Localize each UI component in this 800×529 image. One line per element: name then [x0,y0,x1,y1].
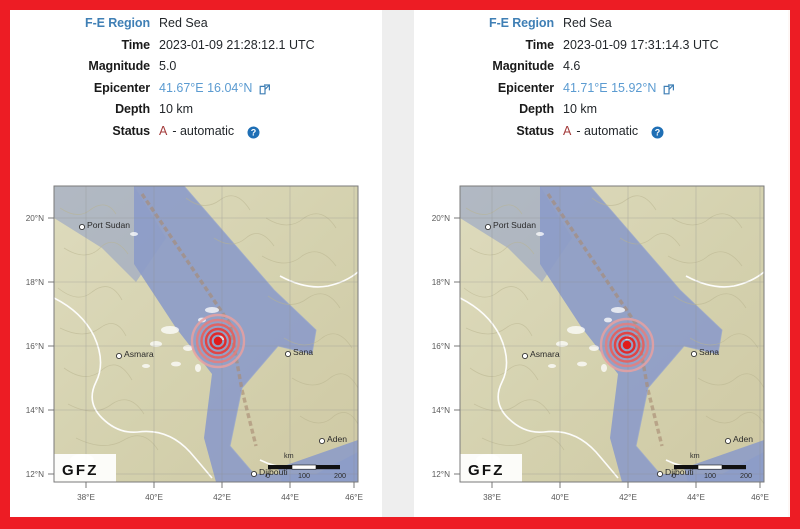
info-row-magnitude: Magnitude 4.6 [414,59,788,81]
lon-tick-38e: 38°E [77,493,95,502]
lon-tick-40e: 40°E [145,493,163,502]
lon-tick-46e: 46°E [345,493,363,502]
label-status: Status [516,123,554,138]
lat-tick-18n: 18°N [432,278,450,287]
lat-tick-14n: 14°N [26,406,44,415]
lon-tick-44e: 44°E [281,493,299,502]
lon-tick-42e: 42°E [619,493,637,502]
city-label-sana: Sana [293,347,313,357]
value-depth: 10 km [159,102,194,116]
gfz-logo-text: GFZ [468,462,505,479]
earthquake-panel-left: F-E Region Red Sea Time 2023-01-09 21:28… [10,10,382,517]
value-fe-region: Red Sea [563,16,612,30]
info-row-magnitude: Magnitude 5.0 [10,59,382,81]
lat-tick-16n: 16°N [432,342,450,351]
map-canvas: Port Sudan Asmara Sana Aden Djibouti GFZ… [54,186,358,482]
lon-tick-38e: 38°E [483,493,501,502]
city-label-aden: Aden [733,434,753,444]
value-time: 2023-01-09 21:28:12.1 UTC [159,37,315,52]
label-epicenter: Epicenter [497,80,554,95]
label-time: Time [121,37,150,52]
map-canvas: Port Sudan Asmara Sana Aden Djibouti GFZ… [460,186,764,482]
info-row-region: F-E Region Red Sea [10,16,382,38]
earthquake-map-right[interactable]: Port Sudan Asmara Sana Aden Djibouti GFZ… [422,178,782,508]
help-circle-icon[interactable]: ? [247,126,260,139]
lon-tick-44e: 44°E [687,493,705,502]
gfz-logo: GFZ [460,454,522,482]
panels-container: F-E Region Red Sea Time 2023-01-09 21:28… [10,10,790,517]
info-row-epicenter: Epicenter 41.67°E 16.04°N [10,81,382,103]
city-label-port-sudan: Port Sudan [87,220,130,230]
external-link-icon[interactable] [663,83,675,95]
label-magnitude: Magnitude [88,59,150,73]
value-epicenter[interactable]: 41.71°E 15.92°N [563,81,675,95]
svg-text:?: ? [251,128,257,138]
scale-unit-label: km [690,451,700,460]
panel-divider [382,10,414,517]
epicenter-coordinates: 41.71°E 15.92°N [563,80,657,95]
label-depth: Depth [519,102,554,116]
external-link-icon[interactable] [259,83,271,95]
earthquake-map-left[interactable]: Port Sudan Asmara Sana Aden Djibouti GFZ… [16,178,376,508]
value-depth: 10 km [563,102,598,116]
label-status: Status [112,123,150,138]
status-description: - automatic [576,123,639,138]
info-row-depth: Depth 10 km [10,102,382,124]
lat-tick-18n: 18°N [26,278,44,287]
label-time: Time [525,37,554,52]
gfz-logo: GFZ [54,454,116,482]
lon-tick-46e: 46°E [751,493,769,502]
city-label-sana: Sana [699,347,719,357]
city-label-port-sudan: Port Sudan [493,220,536,230]
value-time: 2023-01-09 17:31:14.3 UTC [563,37,719,52]
screenshot-root: F-E Region Red Sea Time 2023-01-09 21:28… [0,0,800,529]
label-epicenter: Epicenter [93,80,150,95]
info-row-depth: Depth 10 km [414,102,788,124]
scale-tick-100: 100 [298,471,310,480]
label-fe-region: F-E Region [85,16,150,30]
event-info-table-right: F-E Region Red Sea Time 2023-01-09 17:31… [414,16,788,145]
scale-tick-0: 0 [266,471,270,480]
epicenter-coordinates: 41.67°E 16.04°N [159,80,253,95]
value-status: A - automatic ? [159,123,260,139]
lon-tick-40e: 40°E [551,493,569,502]
city-label-asmara: Asmara [124,349,154,359]
label-fe-region: F-E Region [489,16,554,30]
info-row-time: Time 2023-01-09 17:31:14.3 UTC [414,38,788,60]
lat-tick-16n: 16°N [26,342,44,351]
svg-text:?: ? [655,128,661,138]
value-magnitude: 4.6 [563,59,581,73]
scale-tick-200: 200 [334,471,346,480]
info-row-status: Status A - automatic ? [10,124,382,146]
lat-tick-14n: 14°N [432,406,450,415]
value-status: A - automatic ? [563,123,664,139]
value-fe-region: Red Sea [159,16,208,30]
gfz-logo-text: GFZ [62,462,99,479]
info-row-region: F-E Region Red Sea [414,16,788,38]
value-magnitude: 5.0 [159,59,177,73]
earthquake-panel-right: F-E Region Red Sea Time 2023-01-09 17:31… [414,10,788,517]
lat-tick-20n: 20°N [26,214,44,223]
scale-unit-label: km [284,451,294,460]
lat-tick-20n: 20°N [432,214,450,223]
city-label-asmara: Asmara [530,349,560,359]
value-epicenter[interactable]: 41.67°E 16.04°N [159,81,271,95]
lat-tick-12n: 12°N [26,470,44,479]
help-circle-icon[interactable]: ? [651,126,664,139]
scale-tick-200: 200 [740,471,752,480]
label-depth: Depth [115,102,150,116]
event-info-table-left: F-E Region Red Sea Time 2023-01-09 21:28… [10,16,382,145]
status-description: - automatic [172,123,235,138]
lat-tick-12n: 12°N [432,470,450,479]
info-row-epicenter: Epicenter 41.71°E 15.92°N [414,81,788,103]
city-label-aden: Aden [327,434,347,444]
label-magnitude: Magnitude [492,59,554,73]
status-code: A [563,123,572,138]
scale-tick-0: 0 [672,471,676,480]
info-row-time: Time 2023-01-09 21:28:12.1 UTC [10,38,382,60]
info-row-status: Status A - automatic ? [414,124,788,146]
status-code: A [159,123,168,138]
scale-tick-100: 100 [704,471,716,480]
lon-tick-42e: 42°E [213,493,231,502]
